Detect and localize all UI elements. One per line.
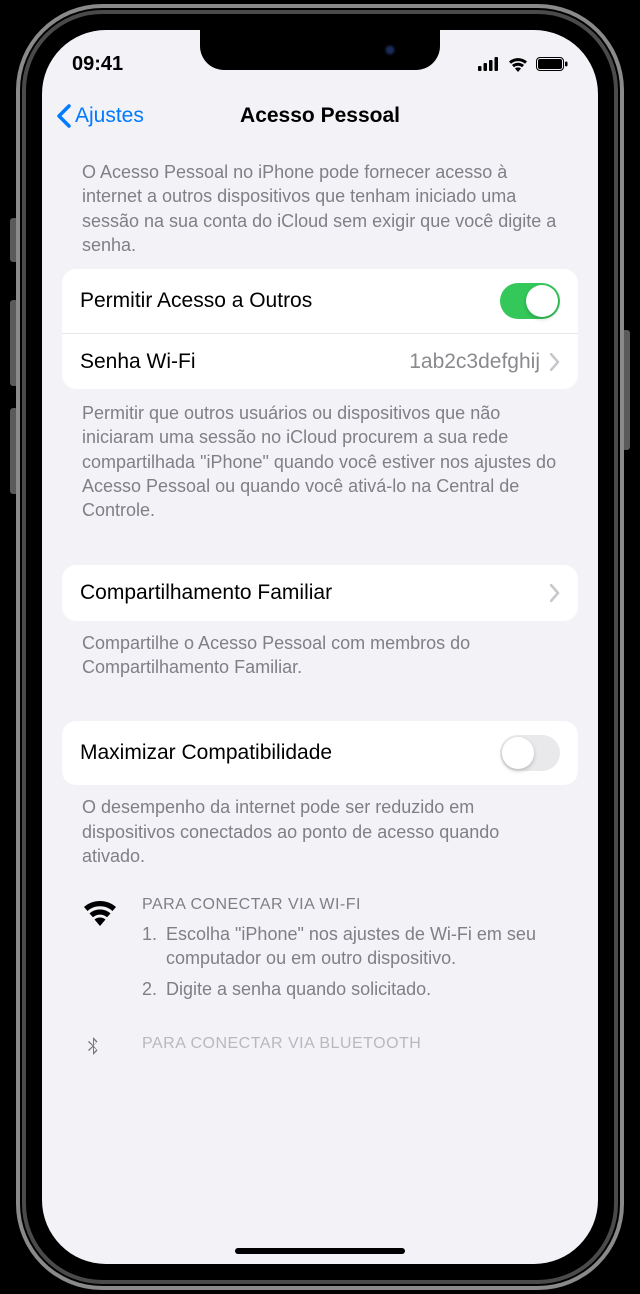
wifi-icon <box>82 898 118 926</box>
row-family-sharing[interactable]: Compartilhamento Familiar <box>62 565 578 621</box>
row-label: Compartilhamento Familiar <box>80 581 550 605</box>
chevron-left-icon <box>56 104 71 128</box>
wifi-step-1: 1.Escolha "iPhone" nos ajustes de Wi-Fi … <box>142 922 558 971</box>
page-title: Acesso Pessoal <box>240 104 400 128</box>
wifi-step-2: 2.Digite a senha quando solicitado. <box>142 977 558 1001</box>
status-icons <box>478 56 568 72</box>
row-allow-others[interactable]: Permitir Acesso a Outros <box>62 269 578 333</box>
status-time: 09:41 <box>72 53 123 76</box>
group-main: Permitir Acesso a Outros Senha Wi-Fi 1ab… <box>62 269 578 389</box>
chevron-right-icon <box>550 353 560 371</box>
section-footer-allow: Permitir que outros usuários ou disposit… <box>62 389 578 530</box>
bluetooth-instructions: PARA CONECTAR VIA BLUETOOTH <box>62 1007 578 1061</box>
toggle-max-compat[interactable] <box>500 735 560 771</box>
row-label: Permitir Acesso a Outros <box>80 289 500 313</box>
row-label: Maximizar Compatibilidade <box>80 741 500 765</box>
bt-instructions-title: PARA CONECTAR VIA BLUETOOTH <box>142 1035 558 1053</box>
back-button[interactable]: Ajustes <box>56 104 144 128</box>
row-max-compat[interactable]: Maximizar Compatibilidade <box>62 721 578 785</box>
bluetooth-icon <box>82 1037 104 1055</box>
battery-icon <box>536 57 568 71</box>
wifi-instructions-title: PARA CONECTAR VIA WI-FI <box>142 896 558 914</box>
section-header-intro: O Acesso Pessoal no iPhone pode fornecer… <box>62 144 578 269</box>
group-family: Compartilhamento Familiar <box>62 565 578 621</box>
toggle-allow-others[interactable] <box>500 283 560 319</box>
back-label: Ajustes <box>75 104 144 128</box>
cellular-icon <box>478 57 500 71</box>
wifi-password-value: 1ab2c3defghij <box>409 350 540 374</box>
wifi-icon <box>507 56 529 72</box>
row-label: Senha Wi-Fi <box>80 350 409 374</box>
row-wifi-password[interactable]: Senha Wi-Fi 1ab2c3defghij <box>62 333 578 389</box>
home-indicator[interactable] <box>235 1248 405 1254</box>
nav-bar: Ajustes Acesso Pessoal <box>42 88 598 144</box>
chevron-right-icon <box>550 584 560 602</box>
section-footer-family: Compartilhe o Acesso Pessoal com membros… <box>62 621 578 688</box>
section-footer-maxcompat: O desempenho da internet pode ser reduzi… <box>62 785 578 876</box>
wifi-instructions: PARA CONECTAR VIA WI-FI 1.Escolha "iPhon… <box>62 876 578 1007</box>
group-maxcompat: Maximizar Compatibilidade <box>62 721 578 785</box>
